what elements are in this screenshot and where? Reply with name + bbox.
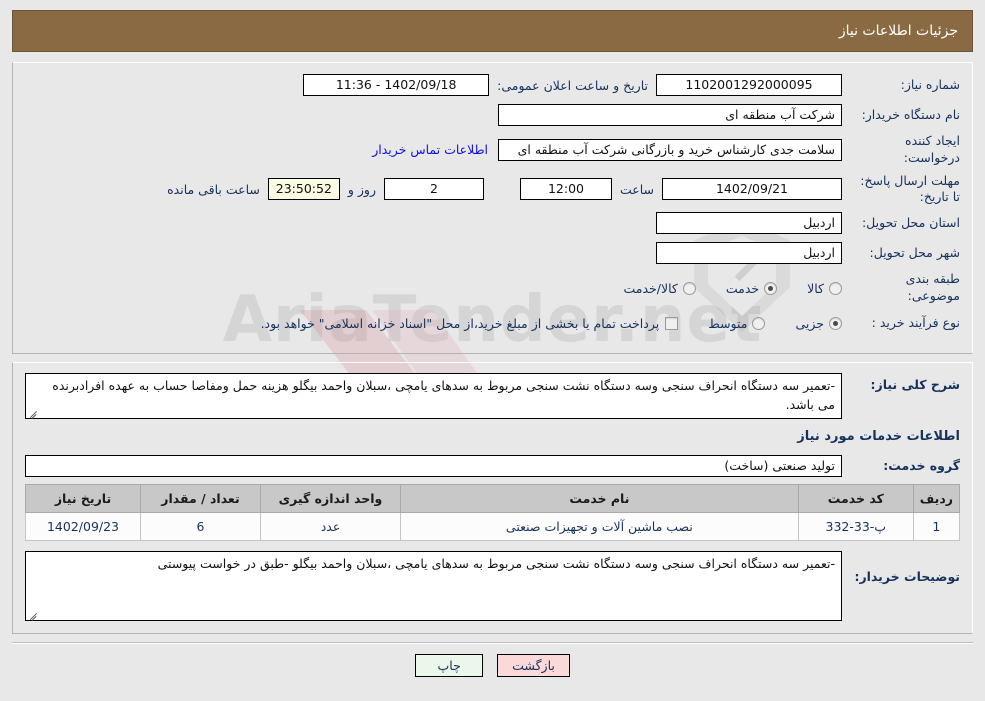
treasury-checkbox-label: پرداخت تمام یا بخشی از مبلغ خرید،از محل … (260, 315, 660, 331)
services-table: ردیف کد خدمت نام خدمت واحد اندازه گیری ت… (25, 484, 961, 541)
th-service-code: کد خدمت (797, 484, 914, 513)
cell-row-no: 1 (912, 512, 961, 541)
remaining-days-value: 2 (383, 178, 484, 200)
th-unit: واحد اندازه گیری (260, 484, 401, 513)
category-radio-kala-khedmat[interactable]: کالا/خدمت (623, 280, 696, 296)
category-radio-label: کالا/خدمت (623, 280, 678, 296)
table-row: 1 پ-33-332 نصب ماشین آلات و تجهیزات صنعت… (25, 512, 961, 541)
public-announce-value: 1402/09/18 - 11:36 (303, 74, 490, 96)
days-label: روز و (347, 181, 376, 197)
category-radio-label: خدمت (725, 280, 760, 296)
public-announce-label: تاریخ و ساعت اعلان عمومی: (497, 77, 648, 93)
row-overview: شرح کلی نیاز: -تعمیر سه دستگاه انحراف سن… (25, 373, 960, 419)
row-category: طبقه بندی موضوعی: کالا خدمت کالا/خدمت (25, 271, 960, 305)
process-radio-motavaset[interactable]: متوسط (708, 315, 766, 331)
process-radio-label: جزیی (795, 315, 824, 331)
th-need-date: تاریخ نیاز (25, 484, 141, 513)
category-radio-group: کالا خدمت کالا/خدمت (597, 281, 842, 296)
buyer-notes-label: توضیحات خریدار: (854, 569, 960, 584)
buyer-org-label: نام دستگاه خریدار: (861, 106, 960, 122)
process-label: نوع فرآیند خرید : (871, 314, 960, 330)
back-button[interactable]: بازگشت (497, 654, 570, 677)
buyer-notes-textarea[interactable]: -تعمیر سه دستگاه انحراف سنجی وسه دستگاه … (25, 551, 842, 621)
row-process-type: نوع فرآیند خرید : جزیی متوسط پرداخت تمام… (25, 311, 960, 335)
treasury-checkbox-wrap[interactable]: پرداخت تمام یا بخشی از مبلغ خرید،از محل … (261, 316, 679, 331)
need-details-panel: شرح کلی نیاز: -تعمیر سه دستگاه انحراف سن… (12, 362, 973, 634)
process-radio-label: متوسط (708, 315, 748, 331)
radio-icon (752, 316, 766, 330)
row-need-number: شماره نیاز: 1102001292000095 تاریخ و ساع… (25, 73, 960, 97)
row-request-creator: ایجاد کننده درخواست: سلامت جدی کارشناس خ… (25, 133, 960, 167)
category-radio-kala[interactable]: کالا (807, 281, 842, 296)
overview-label: شرح کلی نیاز: (870, 377, 960, 392)
page-title: جزئیات اطلاعات نیاز (838, 23, 958, 39)
row-deadline: مهلت ارسال پاسخ: تا تاریخ: 1402/09/21 سا… (25, 173, 960, 206)
deadline-time-value: 12:00 (519, 178, 612, 200)
checkbox-icon[interactable] (665, 316, 679, 330)
radio-icon-selected (764, 281, 778, 295)
deadline-label: مهلت ارسال پاسخ: تا تاریخ: (860, 172, 960, 204)
buyer-contact-link[interactable]: اطلاعات تماس خریدار (362, 142, 498, 157)
province-label: استان محل تحویل: (861, 214, 960, 230)
cell-service-name: نصب ماشین آلات و تجهیزات صنعتی (400, 512, 799, 541)
footer-buttons: بازگشت چاپ (0, 654, 985, 677)
resize-grip-icon[interactable] (28, 609, 38, 619)
th-row-no: ردیف (912, 484, 961, 513)
radio-icon-selected (829, 316, 842, 330)
page-header: جزئیات اطلاعات نیاز (12, 10, 973, 52)
cell-quantity: 6 (140, 512, 261, 541)
process-radio-jozi[interactable]: جزیی (795, 316, 842, 331)
overview-textarea[interactable]: -تعمیر سه دستگاه انحراف سنجی وسه دستگاه … (25, 373, 842, 419)
th-quantity: تعداد / مقدار (140, 484, 261, 513)
remaining-label: ساعت باقی مانده (167, 181, 260, 197)
service-group-value: تولید صنعتی (ساخت) (25, 455, 842, 477)
need-number-value: 1102001292000095 (656, 74, 842, 96)
cell-unit: عدد (260, 512, 401, 541)
services-section-title: اطلاعات خدمات مورد نیاز (797, 429, 960, 444)
radio-icon (829, 281, 842, 295)
remaining-clock-value: 23:50:52 (267, 178, 340, 200)
city-label: شهر محل تحویل: (869, 244, 960, 260)
print-button[interactable]: چاپ (415, 654, 484, 677)
overview-text: -تعمیر سه دستگاه انحراف سنجی وسه دستگاه … (52, 378, 835, 412)
need-info-panel: شماره نیاز: 1102001292000095 تاریخ و ساع… (12, 62, 973, 354)
creator-label: ایجاد کننده درخواست: (903, 133, 960, 165)
row-service-group: گروه خدمت: تولید صنعتی (ساخت) (25, 454, 960, 478)
category-radio-khedmat[interactable]: خدمت (725, 280, 778, 296)
category-label: طبقه بندی موضوعی: (905, 271, 960, 304)
row-buyer-notes: توضیحات خریدار: -تعمیر سه دستگاه انحراف … (25, 551, 960, 621)
cell-service-code: پ-33-332 (797, 512, 914, 541)
buyer-org-value: شرکت آب منطقه ای (498, 104, 842, 126)
cell-need-date: 1402/09/23 (25, 512, 141, 541)
hour-label: ساعت (619, 181, 654, 197)
th-service-name: نام خدمت (400, 484, 799, 513)
table-header-row: ردیف کد خدمت نام خدمت واحد اندازه گیری ت… (25, 484, 961, 513)
city-value: اردبیل (656, 242, 842, 265)
province-value: اردبیل (656, 212, 842, 235)
row-city: شهر محل تحویل: اردبیل (25, 241, 960, 265)
process-radio-group: جزیی متوسط (682, 316, 842, 331)
category-radio-label: کالا (807, 280, 824, 296)
row-province: استان محل تحویل: اردبیل (25, 211, 960, 235)
creator-value: سلامت جدی کارشناس خرید و بازرگانی شرکت آ… (498, 138, 842, 161)
deadline-date-value: 1402/09/21 (662, 178, 842, 200)
radio-icon (682, 281, 696, 295)
service-group-label: گروه خدمت: (883, 457, 960, 473)
resize-grip-icon[interactable] (28, 407, 38, 417)
footer-divider (12, 642, 973, 644)
need-number-label: شماره نیاز: (900, 76, 960, 92)
buyer-notes-text: -تعمیر سه دستگاه انحراف سنجی وسه دستگاه … (157, 556, 835, 571)
row-buyer-org: نام دستگاه خریدار: شرکت آب منطقه ای (25, 103, 960, 127)
